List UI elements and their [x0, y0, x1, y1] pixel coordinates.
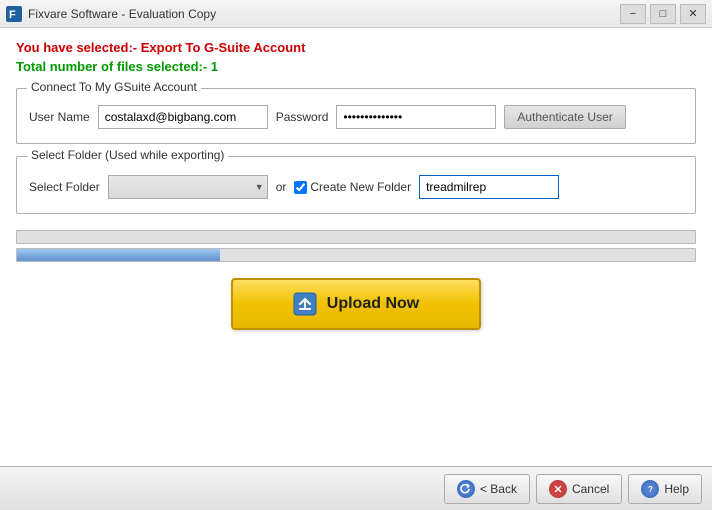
folder-row: Select Folder or Create New Folder [29, 175, 683, 199]
folder-select[interactable] [108, 175, 268, 199]
upload-button[interactable]: Upload Now [231, 278, 481, 330]
status-line1: You have selected:- Export To G-Suite Ac… [16, 40, 696, 55]
username-label: User Name [29, 110, 90, 124]
window-title: Fixvare Software - Evaluation Copy [28, 7, 620, 21]
progress-bar-2 [16, 248, 696, 262]
cancel-button[interactable]: Cancel [536, 474, 622, 504]
upload-button-label: Upload Now [327, 295, 419, 313]
connect-row: User Name Password Authenticate User [29, 105, 683, 129]
cancel-icon [549, 480, 567, 498]
new-folder-input[interactable] [419, 175, 559, 199]
authenticate-button[interactable]: Authenticate User [504, 105, 625, 129]
connect-group-label: Connect To My GSuite Account [27, 80, 201, 94]
help-icon: ? [641, 480, 659, 498]
app-icon: F [6, 6, 22, 22]
upload-icon [293, 292, 317, 316]
password-input[interactable] [336, 105, 496, 129]
username-input[interactable] [98, 105, 268, 129]
select-folder-label: Select Folder [29, 180, 100, 194]
or-text: or [276, 180, 287, 194]
upload-area: Upload Now [16, 278, 696, 330]
bottom-bar: < Back Cancel ? Help [0, 466, 712, 510]
svg-text:?: ? [648, 485, 653, 494]
progress-bar-1 [16, 230, 696, 244]
connect-group: Connect To My GSuite Account User Name P… [16, 88, 696, 144]
main-content: You have selected:- Export To G-Suite Ac… [0, 28, 712, 466]
password-label: Password [276, 110, 329, 124]
maximize-button[interactable]: □ [650, 4, 676, 24]
help-label: Help [664, 482, 689, 496]
svg-text:F: F [9, 9, 16, 21]
create-folder-checkbox[interactable] [294, 181, 307, 194]
create-folder-text: Create New Folder [310, 180, 411, 194]
folder-select-wrapper [108, 175, 268, 199]
back-label: < Back [480, 482, 517, 496]
folder-group: Select Folder (Used while exporting) Sel… [16, 156, 696, 214]
window-controls: − □ ✕ [620, 4, 706, 24]
back-button[interactable]: < Back [444, 474, 530, 504]
back-icon [457, 480, 475, 498]
status-line2: Total number of files selected:- 1 [16, 59, 696, 74]
cancel-label: Cancel [572, 482, 609, 496]
help-button[interactable]: ? Help [628, 474, 702, 504]
close-button[interactable]: ✕ [680, 4, 706, 24]
titlebar: F Fixvare Software - Evaluation Copy − □… [0, 0, 712, 28]
progress-area [16, 226, 696, 270]
minimize-button[interactable]: − [620, 4, 646, 24]
progress-bar-2-fill [17, 249, 220, 261]
folder-group-label: Select Folder (Used while exporting) [27, 148, 228, 162]
create-folder-label[interactable]: Create New Folder [294, 180, 411, 194]
